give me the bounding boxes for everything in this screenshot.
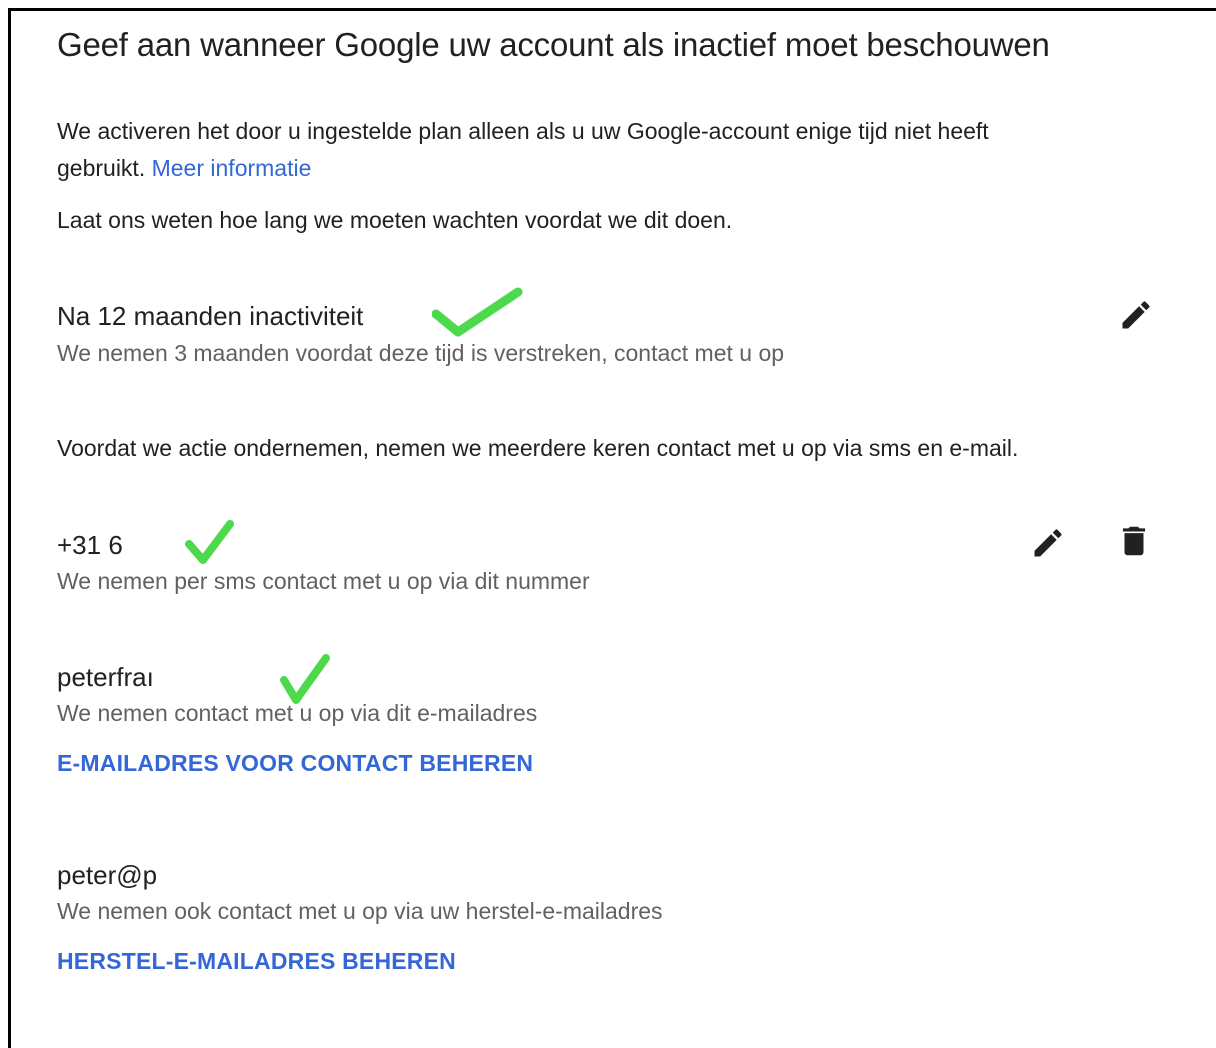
intro-text: We activeren het door u ingestelde plan … [57, 118, 989, 144]
contact-email-description: We nemen contact met u op via dit e-mail… [57, 700, 538, 726]
timeout-label: Na 12 maanden inactiviteit [57, 301, 364, 331]
phone-description: We nemen per sms contact met u op via di… [57, 568, 590, 594]
delete-phone-button[interactable] [1114, 521, 1154, 561]
manage-recovery-email-link[interactable]: HERSTEL-E-MAILADRES BEHEREN [57, 948, 456, 975]
edit-phone-button[interactable] [1028, 523, 1068, 563]
contact-intro: Voordat we actie ondernemen, nemen we me… [57, 435, 1019, 461]
page-title: Geef aan wanneer Google uw account als i… [57, 26, 1050, 63]
intro-text-line2: gebruikt. Meer informatie [57, 155, 311, 182]
contact-email-address: peterfraı [57, 662, 154, 692]
recovery-email-address: peter@p [57, 860, 158, 890]
recovery-email-description: We nemen ook contact met u op via uw her… [57, 898, 663, 924]
wait-text: Laat ons weten hoe lang we moeten wachte… [57, 207, 733, 233]
intro-text-2: gebruikt. [57, 155, 146, 181]
pencil-icon [1122, 301, 1150, 329]
more-info-link[interactable]: Meer informatie [152, 155, 312, 181]
edit-timeout-button[interactable] [1116, 295, 1156, 335]
phone-number: +31 6 [57, 530, 123, 560]
trash-icon [1122, 526, 1146, 556]
manage-contact-email-link[interactable]: E-MAILADRES VOOR CONTACT BEHEREN [57, 750, 533, 777]
timeout-description: We nemen 3 maanden voordat deze tijd is … [57, 340, 785, 366]
pencil-icon [1034, 529, 1062, 557]
